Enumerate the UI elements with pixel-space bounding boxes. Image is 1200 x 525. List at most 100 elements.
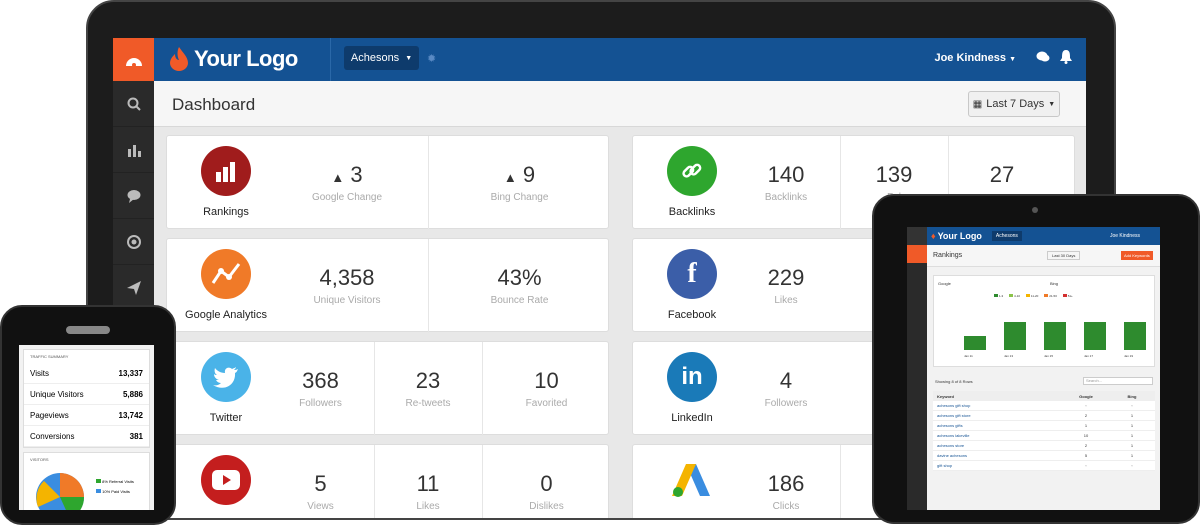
keyword-cell[interactable]: achesons gifts [933,423,1063,428]
card-name: Facebook [667,309,717,321]
backlinks-stat: 140 Backlinks [733,136,839,230]
engine-bing[interactable]: Bing [1050,281,1058,286]
at-sign-icon[interactable] [113,219,154,265]
gear-icon[interactable]: ✹ [427,52,436,65]
youtube-card[interactable]: 5 Views 11 Likes 0 Dislikes [166,444,609,518]
stat-label: Bounce Rate [490,295,549,306]
bell-icon[interactable] [1060,49,1072,69]
table-row[interactable]: achesons gifts 1 1 [933,421,1155,431]
chart-bar [1084,322,1106,350]
keyword-search-input[interactable]: Search... [1083,377,1153,385]
summary-row: Unique Visitors 5,886 [24,384,149,405]
stat-label: Unique Visitors [313,295,381,306]
stat-label: Followers [764,398,808,409]
tablet-header: Rankings Last 30 Days Add Keywords [927,245,1160,267]
comment-icon[interactable] [113,173,154,219]
stat-value: 5 [314,471,327,496]
facebook-icon: f [667,249,717,299]
bing-cell: 1 [1130,443,1134,448]
analytics-icon [201,249,251,299]
tablet-screen: ♦ Your Logo Achesons Joe Kindness Rankin… [907,227,1160,510]
search-icon[interactable] [907,245,927,263]
stat-value: 140 [767,162,805,187]
summary-row: Visits 13,337 [24,363,149,384]
youtube-icon [201,455,251,505]
clicks-stat: 186 Clicks [733,445,839,518]
google-cell: 1 [1084,423,1088,428]
chart-bar [1124,322,1146,350]
bar-chart-icon[interactable] [113,127,154,173]
chart-legend: 1-3 4-10 11-20 21-50 51+ [994,294,1073,298]
account-name: Achesons [350,52,400,64]
card-name: Backlinks [668,206,716,218]
account-dropdown[interactable]: Achesons [991,231,1022,241]
stat-value: 43% [497,265,542,290]
stat-label: Re-tweets [405,398,451,409]
keyword-cell[interactable]: davine achesons [933,453,1063,458]
add-keywords-button[interactable]: Add Keywords [1121,251,1153,260]
phone-screen: TRAFFIC SUMMARY Visits 13,337 Unique Visit… [19,345,154,510]
table-row[interactable]: davine achesons 5 1 [933,451,1155,461]
twitter-icon [201,352,251,402]
google-analytics-card[interactable]: Google Analytics 4,358 Unique Visitors 4… [166,238,609,333]
keyword-cell[interactable]: achesons lakeville [933,433,1063,438]
search-icon[interactable] [113,81,154,127]
visitors-pie-chart [36,473,85,510]
table-row[interactable]: gift shop ◦ ◦ [933,461,1155,471]
keyword-cell[interactable]: gift shop [933,463,1063,468]
user-name[interactable]: Joe Kindness [1110,233,1140,239]
engine-google[interactable]: Google [938,281,951,286]
tablet-sidebar [907,227,927,510]
account-dropdown[interactable]: Achesons ▼ [344,46,419,70]
x-tick: Jan 11 [964,354,973,358]
date-range-button[interactable]: ▦ Last 7 Days ▼ [968,91,1060,117]
top-bar: Your Logo Achesons ▼ ✹ Joe Kindness ▼ [154,38,1086,81]
chat-icon[interactable] [1036,50,1050,69]
stat-value: 229 [767,265,805,290]
stat-label: Backlinks [764,192,808,203]
bing-cell: ◦ [1131,403,1133,408]
chevron-down-icon: ▼ [405,54,413,62]
brand-name: Your Logo [937,231,982,241]
stat-label: Google Change [311,192,383,203]
dashboard-icon[interactable] [113,38,154,81]
retweets-stat: 23 Re-tweets [374,342,481,436]
summary-value: 5,886 [122,389,143,399]
stat-label: Dislikes [529,501,564,512]
chart-bar [964,336,986,350]
x-tick: Jan 17 [1084,354,1094,358]
bing-change-stat: ▲ 9 Bing Change [428,136,610,230]
summary-label: Conversions [30,431,75,441]
keyword-cell[interactable]: achesons store [933,443,1063,448]
table-row[interactable]: achesons store 2 1 [933,441,1155,451]
date-range-button[interactable]: Last 30 Days [1047,251,1081,260]
google-cell: 10 [1083,433,1089,438]
rankings-card[interactable]: Rankings ▲ 3 Google Change ▲ 9 Bing Chan… [166,135,610,230]
user-menu[interactable]: Joe Kindness ▼ [934,52,1016,64]
twitter-card[interactable]: Twitter 368 Followers 23 Re-tweets 10 Fa… [166,341,610,436]
table-row[interactable]: achesons gift shop ◦ ◦ [933,401,1155,411]
table-row[interactable]: achesons gift store 2 1 [933,411,1155,421]
x-tick: Jan 13 [1004,354,1014,358]
card-name: Rankings [203,206,249,218]
favorited-stat: 10 Favorited [482,342,610,436]
page-title: Rankings [933,252,963,259]
stat-value: 368 [302,368,339,393]
brand-logo[interactable]: Your Logo [170,44,298,74]
flame-icon: ♦ [931,231,936,241]
table-row[interactable]: achesons lakeville 10 1 [933,431,1155,441]
stat-value: 23 [415,368,441,393]
dislikes-stat: 0 Dislikes [482,445,610,518]
stat-value: 139 [875,162,913,187]
stat-label: Bing Change [490,192,549,203]
chart-bar [1004,322,1026,350]
summary-row: Conversions 381 [24,426,149,447]
table-header: Keyword Google Bing [933,391,1155,401]
keyword-cell[interactable]: achesons gift store [933,413,1063,418]
section-title: VISITORS [30,457,49,462]
link-icon [667,146,717,196]
keyword-cell[interactable]: achesons gift shop [933,403,1063,408]
chart-bar [1044,322,1066,350]
brand-name: Your Logo [194,46,298,71]
tablet-camera [1032,207,1038,213]
